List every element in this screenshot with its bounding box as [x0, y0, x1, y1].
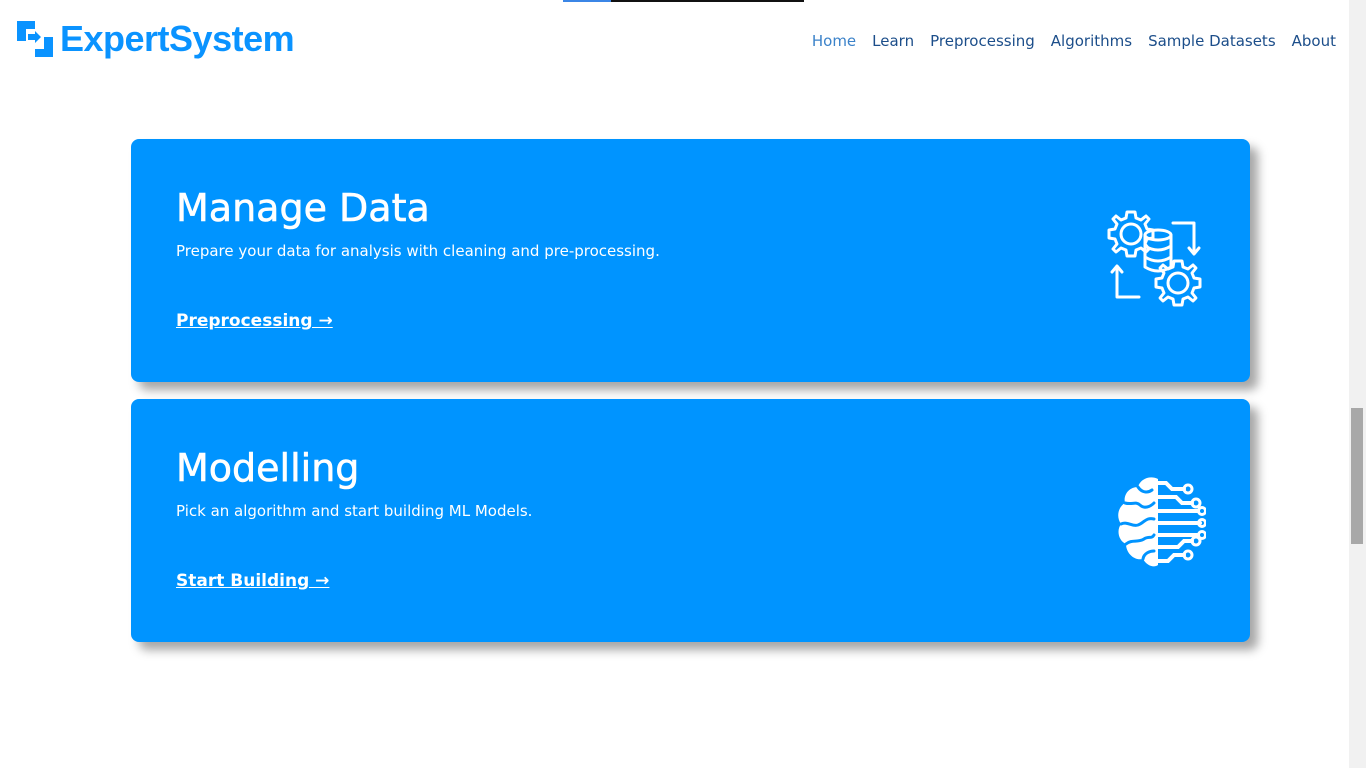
- manage-data-title: Manage Data: [176, 186, 430, 231]
- modelling-card: Modelling Pick an algorithm and start bu…: [131, 399, 1250, 642]
- nav-learn[interactable]: Learn: [872, 31, 914, 51]
- nav-preprocessing[interactable]: Preprocessing: [930, 31, 1035, 51]
- nav-sample-datasets[interactable]: Sample Datasets: [1148, 31, 1276, 51]
- nav-home[interactable]: Home: [812, 31, 856, 51]
- brand-name: ExpertSystem: [60, 18, 295, 59]
- brand-logo-icon: [17, 21, 53, 57]
- vertical-scrollbar[interactable]: [1349, 0, 1366, 768]
- brand-logo-link[interactable]: ExpertSystem: [16, 18, 295, 59]
- top-progress-fill: [563, 0, 611, 2]
- preprocessing-link[interactable]: Preprocessing →: [176, 310, 333, 332]
- main-nav: Home Learn Preprocessing Algorithms Samp…: [812, 31, 1336, 51]
- manage-data-card: Manage Data Prepare your data for analys…: [131, 139, 1250, 382]
- scrollbar-thumb[interactable]: [1351, 408, 1363, 544]
- top-progress-strip: [563, 0, 804, 2]
- manage-data-description: Prepare your data for analysis with clea…: [176, 242, 660, 260]
- page: ExpertSystem Home Learn Preprocessing Al…: [0, 0, 1349, 768]
- nav-about[interactable]: About: [1292, 31, 1336, 51]
- gears-database-icon: [1107, 210, 1202, 307]
- brain-circuit-icon: [1118, 477, 1206, 567]
- modelling-title: Modelling: [176, 446, 360, 491]
- nav-algorithms[interactable]: Algorithms: [1051, 31, 1132, 51]
- start-building-link[interactable]: Start Building →: [176, 570, 329, 592]
- modelling-description: Pick an algorithm and start building ML …: [176, 502, 533, 520]
